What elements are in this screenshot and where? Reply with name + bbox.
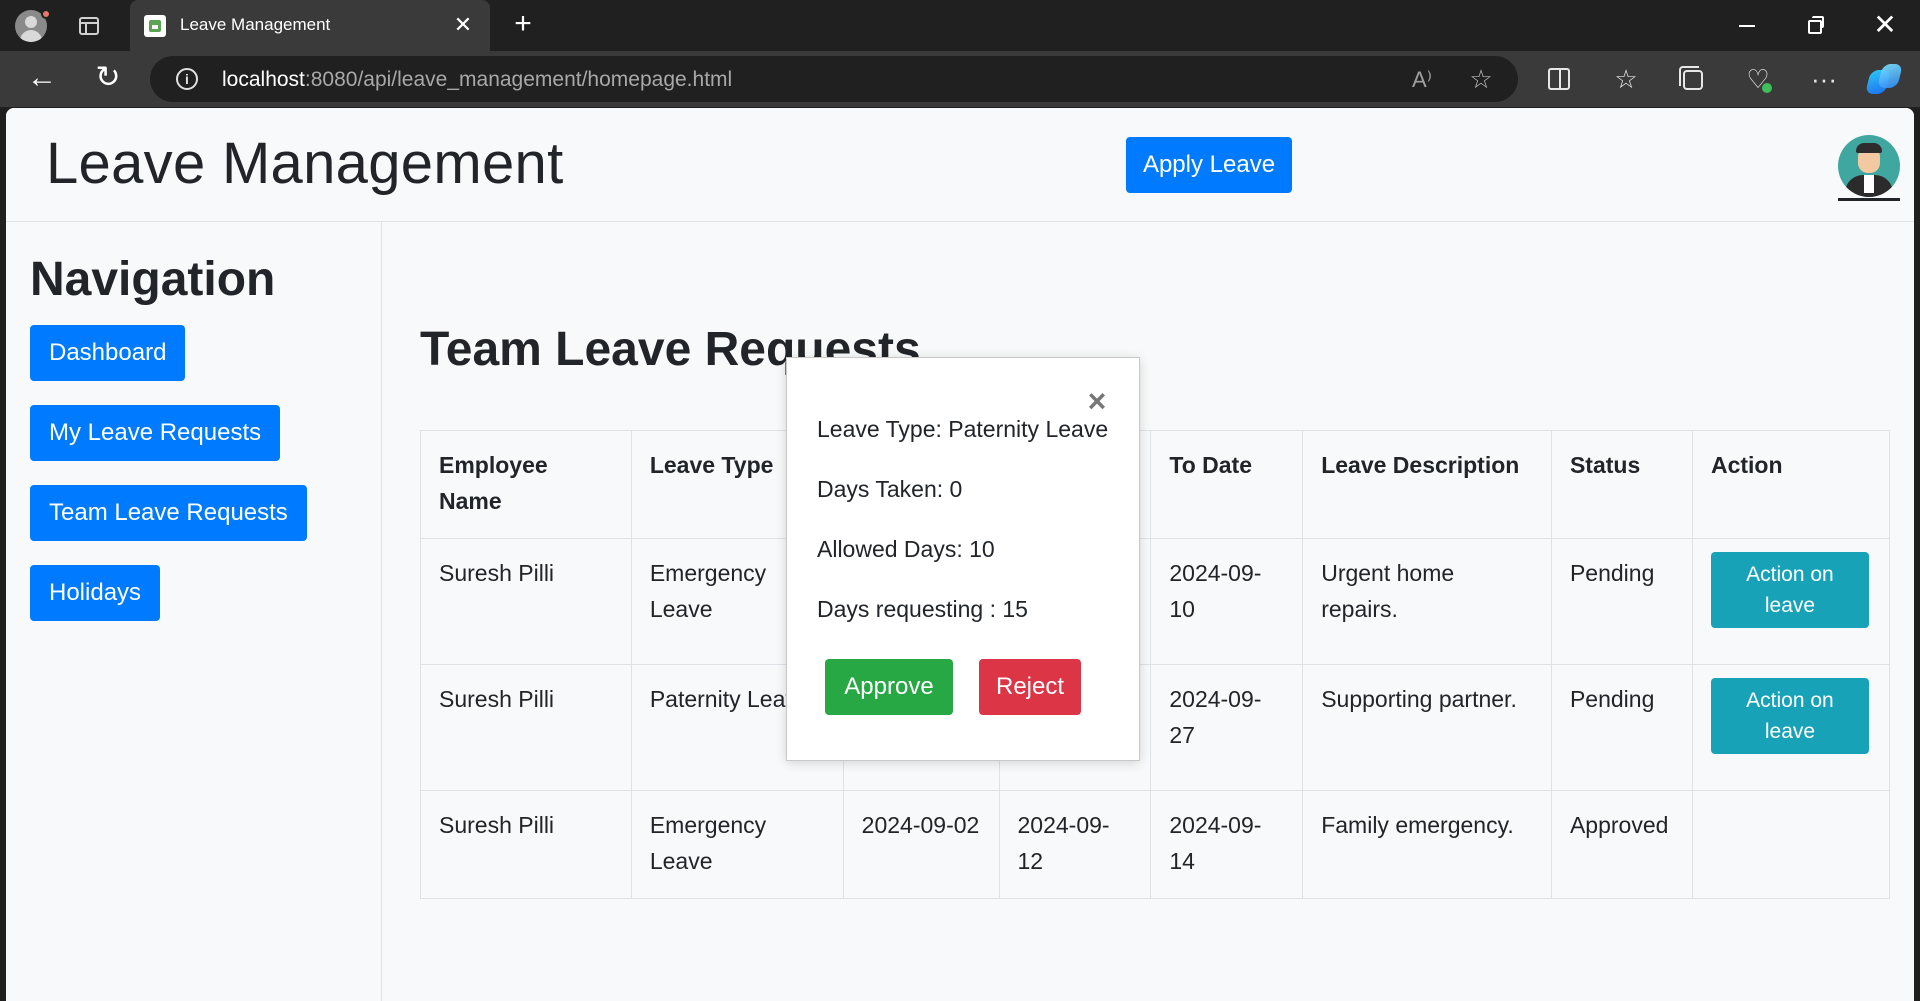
avatar-icon[interactable] [1838,135,1900,197]
info-icon[interactable]: i [176,68,198,90]
tab-actions-icon[interactable] [76,13,102,39]
favorites-icon[interactable]: ☆ [1608,61,1644,97]
copilot-icon[interactable] [1865,62,1903,96]
read-aloud-icon[interactable]: A⁾ [1408,66,1436,94]
cell-action: Action on leave [1691,664,1891,791]
star-icon[interactable]: ☆ [1466,64,1496,94]
action-on-leave-button[interactable]: Action on leave [1710,678,1869,754]
sidebar-item-dashboard[interactable]: Dashboard [30,325,186,381]
leave-action-modal: × Leave Type: Paternity Leave Days Taken… [786,357,1140,761]
url-host: localhost [222,68,305,91]
url-path: :8080/api/leave_management/homepage.html [304,68,733,91]
cell-to-date: 2024-09-27 [1150,664,1304,791]
approve-button[interactable]: Approve [825,659,953,715]
more-icon[interactable]: ··· [1806,61,1842,97]
modal-leave-type: Leave Type: Paternity Leave [817,416,1109,442]
cell-from-date: 2024-09-02 [842,790,1000,899]
split-screen-icon[interactable] [1541,61,1577,97]
page-header: Leave Management Apply Leave [6,108,1914,222]
address-bar[interactable]: i localhost:8080/api/leave_management/ho… [150,56,1518,102]
cell-leave-type: Emergency Leave [630,790,844,899]
browser-toolbar: ← ↻ i localhost:8080/api/leave_managemen… [0,51,1920,107]
column-header: Action [1691,430,1891,539]
cell-employee: Suresh Pilli [420,790,632,899]
avatar-underline [1838,198,1900,201]
column-header: Status [1550,430,1693,539]
sidebar-title: Navigation [30,253,276,306]
reject-button[interactable]: Reject [979,659,1081,715]
profile-icon[interactable] [14,9,52,43]
cell-days: 2024-09-12 [998,790,1152,899]
sidebar-item-my-leave-requests[interactable]: My Leave Requests [30,405,281,461]
reload-icon[interactable]: ↻ [92,63,124,95]
table-header-row: Employee Name Leave Type To Date Leave D… [420,430,1891,539]
back-icon[interactable]: ← [26,63,58,95]
browser-tab-bar: Leave Management ✕ + ✕ [0,0,1920,51]
sidebar: Navigation Dashboard My Leave Requests T… [6,222,382,1001]
tab-close-icon[interactable]: ✕ [450,12,476,38]
column-header: To Date [1150,430,1304,539]
url-text[interactable]: localhost:8080/api/leave_management/home… [222,68,732,92]
restore-icon[interactable] [1802,14,1828,36]
modal-days-taken: Days Taken: 0 [817,476,963,502]
window-close-icon[interactable]: ✕ [1870,11,1900,39]
team-leave-table: Employee Name Leave Type To Date Leave D… [420,430,1891,899]
cell-action: Action on leave [1691,538,1891,665]
browser-essentials-icon[interactable]: ♡ [1740,61,1776,97]
cell-employee: Suresh Pilli [420,664,632,791]
collections-icon[interactable] [1674,61,1710,97]
browser-tab[interactable]: Leave Management ✕ [130,0,490,51]
modal-allowed-days: Allowed Days: 10 [817,536,995,562]
new-tab-plus-icon[interactable]: + [508,9,538,40]
cell-status: Pending [1550,538,1693,665]
favicon-icon [144,15,166,37]
column-header: Leave Description [1302,430,1552,539]
sidebar-item-holidays[interactable]: Holidays [30,565,161,621]
cell-status: Pending [1550,664,1693,791]
page-viewport: Leave Management Apply Leave Navigation … [6,108,1914,1001]
cell-status: Approved [1550,790,1693,899]
modal-days-requesting: Days requesting : 15 [817,596,1028,622]
minimize-icon[interactable] [1735,14,1761,36]
cell-to-date: 2024-09-10 [1150,538,1304,665]
column-header: Employee Name [420,430,632,539]
table-row: Suresh Pilli Emergency Leave 2024-09-10 … [420,538,1891,665]
cell-action [1691,790,1891,899]
main-content: Team Leave Requests Employee Name Leave … [382,222,1914,1001]
table-row: Suresh Pilli Emergency Leave 2024-09-02 … [420,790,1891,899]
table-row: Suresh Pilli Paternity Leave 2024-09-27 … [420,664,1891,791]
cell-description: Urgent home repairs. [1302,538,1552,665]
modal-close-icon[interactable]: × [1083,385,1111,417]
cell-employee: Suresh Pilli [420,538,632,665]
apply-leave-button[interactable]: Apply Leave [1126,137,1292,193]
tab-title: Leave Management [180,15,331,34]
sidebar-item-team-leave-requests[interactable]: Team Leave Requests [30,485,307,541]
cell-description: Family emergency. [1302,790,1552,899]
page-title: Leave Management [46,131,564,196]
cell-description: Supporting partner. [1302,664,1552,791]
cell-to-date: 2024-09-14 [1150,790,1304,899]
action-on-leave-button[interactable]: Action on leave [1710,552,1869,628]
